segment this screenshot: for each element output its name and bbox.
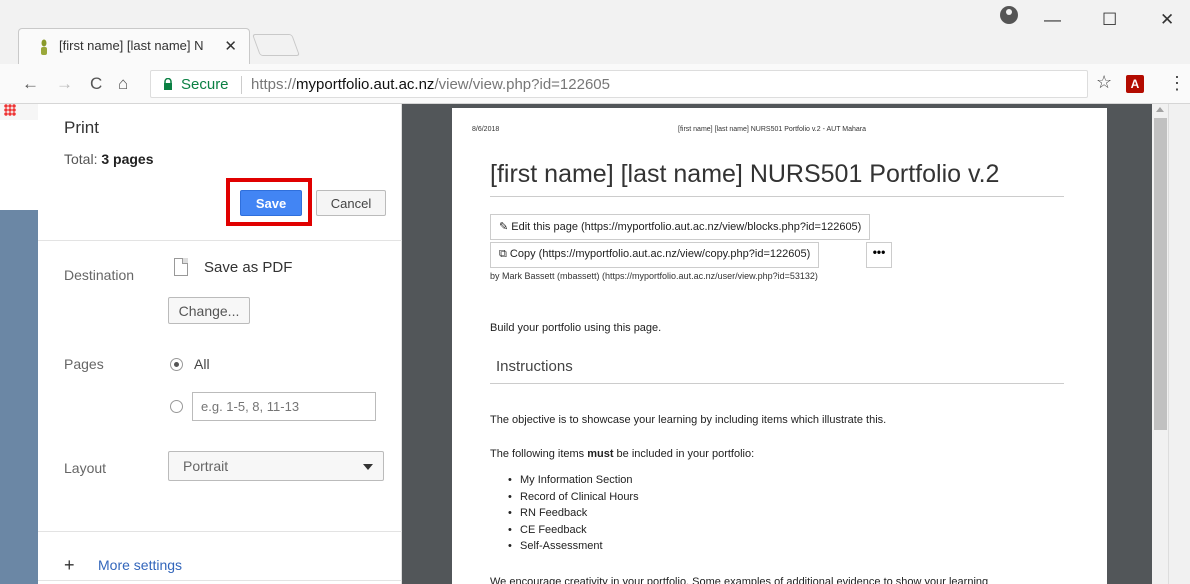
address-separator — [241, 76, 242, 94]
lock-icon — [164, 78, 172, 90]
must-prefix: The following items — [490, 448, 588, 460]
list-item: CE Feedback — [508, 522, 639, 539]
page-header-title: [first name] [last name] NURS501 Portfol… — [678, 126, 867, 133]
change-destination-button[interactable]: Change... — [168, 297, 250, 324]
scroll-thumb[interactable] — [1154, 118, 1167, 430]
author-byline: by Mark Bassett (mbassett) (https://mypo… — [490, 271, 818, 281]
must-suffix: be included in your portfolio: — [613, 448, 755, 460]
list-item: Record of Clinical Hours — [508, 489, 639, 506]
scroll-track[interactable] — [1152, 104, 1169, 584]
total-label: Total: — [64, 151, 102, 167]
cancel-button[interactable]: Cancel — [316, 190, 386, 216]
more-options-button: ••• — [866, 242, 892, 268]
list-item: My Information Section — [508, 472, 639, 489]
chevron-down-icon — [363, 464, 373, 470]
print-settings-panel: Print Total: 3 pages Save Cancel Destina… — [38, 104, 402, 584]
layout-label: Layout — [64, 460, 107, 476]
divider — [38, 531, 402, 532]
home-icon[interactable]: ⌂ — [118, 74, 128, 94]
scroll-up-icon[interactable] — [1156, 107, 1164, 112]
pages-label: Pages — [64, 356, 104, 372]
tab-title: [first name] [last name] N — [59, 38, 204, 53]
browser-menu-icon[interactable]: ⋮ — [1168, 73, 1186, 94]
title-bar: [first name] [last name] N ✕ — ☐ ✕ — [0, 0, 1190, 64]
layout-value: Portrait — [183, 458, 229, 474]
footer-text: We encourage creativity in your portfoli… — [490, 576, 989, 584]
list-item: RN Feedback — [508, 505, 639, 522]
list-item: Self-Assessment — [508, 538, 639, 555]
adobe-pdf-extension-icon[interactable]: A — [1126, 75, 1144, 93]
pages-range-input[interactable] — [192, 392, 376, 421]
tab-close-icon[interactable]: ✕ — [224, 37, 237, 55]
preview-page: 8/6/2018 [first name] [last name] NURS50… — [452, 108, 1107, 584]
save-button[interactable]: Save — [240, 190, 302, 216]
secure-label: Secure — [181, 76, 229, 93]
copy-page-text: Copy (https://myportfolio.aut.ac.nz/view… — [509, 248, 811, 260]
mahara-favicon-icon — [41, 39, 47, 55]
bookmark-star-icon[interactable]: ☆ — [1096, 72, 1112, 93]
destination-value: Save as PDF — [204, 259, 293, 276]
section-rule — [490, 383, 1064, 384]
more-settings-link[interactable]: More settings — [98, 557, 182, 573]
instructions-heading: Instructions — [496, 358, 573, 375]
layout-select[interactable]: Portrait — [168, 451, 384, 481]
address-bar[interactable]: Secure https://myportfolio.aut.ac.nz/vie… — [150, 70, 1088, 98]
page-header-date: 8/6/2018 — [472, 126, 500, 133]
destination-label: Destination — [64, 267, 135, 283]
apps-grid-icon[interactable] — [4, 104, 16, 116]
account-icon[interactable] — [1000, 6, 1018, 24]
copy-page-link: ⧉ Copy (https://myportfolio.aut.ac.nz/vi… — [490, 242, 820, 268]
browser-toolbar: ← → C ⌂ Secure https://myportfolio.aut.a… — [0, 64, 1190, 104]
must-bold: must — [587, 448, 614, 460]
edit-page-text: Edit this page (https://myportfolio.aut.… — [511, 221, 862, 233]
background-page-band — [0, 210, 38, 584]
copy-icon: ⧉ — [499, 248, 510, 260]
pages-all-label: All — [194, 356, 210, 372]
url-path: /view/view.php?id=122605 — [434, 76, 610, 93]
divider — [38, 580, 402, 581]
intro-text: Build your portfolio using this page. — [490, 322, 662, 334]
print-preview-area: 8/6/2018 [first name] [last name] NURS50… — [402, 104, 1152, 584]
pencil-icon: ✎ — [499, 221, 512, 233]
objective-text: The objective is to showcase your learni… — [490, 414, 887, 426]
pages-range-radio[interactable] — [170, 400, 183, 413]
print-total: Total: 3 pages — [64, 151, 154, 167]
must-include-text: The following items must be included in … — [490, 448, 754, 460]
reload-icon[interactable]: C — [90, 74, 102, 94]
edit-page-link: ✎ Edit this page (https://myportfolio.au… — [490, 214, 871, 240]
pages-all-radio[interactable] — [170, 358, 183, 371]
maximize-button[interactable]: ☐ — [1102, 10, 1117, 30]
minimize-button[interactable]: — — [1044, 10, 1061, 30]
url-host: myportfolio.aut.ac.nz — [296, 76, 435, 93]
back-arrow-icon[interactable]: ← — [22, 74, 39, 94]
close-window-button[interactable]: ✕ — [1160, 10, 1174, 30]
browser-tab[interactable]: [first name] [last name] N ✕ — [18, 28, 250, 64]
scrollbar[interactable] — [1152, 104, 1190, 584]
document-title: [first name] [last name] NURS501 Portfol… — [490, 160, 1000, 188]
required-items-list: My Information Section Record of Clinica… — [508, 472, 639, 555]
url-prefix: https:// — [251, 76, 297, 93]
divider — [38, 240, 402, 241]
forward-arrow-icon[interactable]: → — [56, 74, 73, 94]
url-text[interactable]: https://myportfolio.aut.ac.nz/view/view.… — [251, 76, 610, 93]
print-title: Print — [64, 118, 99, 137]
total-pages-value: 3 pages — [101, 151, 154, 167]
new-tab-button[interactable] — [251, 34, 301, 56]
plus-icon[interactable]: + — [64, 555, 75, 576]
document-icon — [174, 258, 188, 276]
title-rule — [490, 196, 1064, 197]
background-page — [0, 120, 38, 584]
